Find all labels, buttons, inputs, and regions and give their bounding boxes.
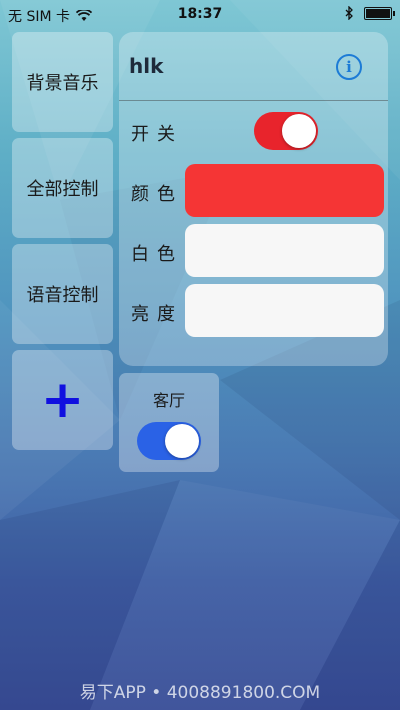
add-button[interactable]: + [12,350,113,450]
brightness-picker[interactable] [185,284,384,337]
sidebar-item-background-music[interactable]: 背景音乐 [12,32,113,132]
color-picker[interactable] [185,164,384,217]
sidebar-item-label: 背景音乐 [26,73,99,94]
white-picker[interactable] [185,224,384,277]
status-right [345,6,395,20]
sidebar-item-voice-control[interactable]: 语音控制 [12,244,113,344]
white-label: 白色 [131,244,183,265]
status-time: 18:37 [177,6,223,22]
watermark: 易下APP • 4008891800.COM [79,683,321,703]
battery-icon [364,6,395,20]
device-title: hlk [129,54,164,78]
brightness-label: 亮度 [131,304,183,325]
room-card: 客厅 [119,373,219,472]
sidebar-item-all-control[interactable]: 全部控制 [12,138,113,238]
room-label: 客厅 [152,391,185,410]
device-panel: hlk i 开关 颜色 白色 亮度 [119,32,388,366]
panel-divider [119,100,388,101]
sidebar-item-label: 全部控制 [26,179,99,200]
info-icon[interactable]: i [336,54,362,80]
toggle-knob [165,424,199,458]
plus-icon: + [40,370,85,430]
bluetooth-icon [345,6,353,20]
room-toggle[interactable] [137,422,201,460]
color-label: 颜色 [131,184,183,205]
toggle-knob [282,114,316,148]
power-label: 开关 [131,124,183,145]
status-bar: 无 SIM 卡 18:37 [0,0,400,28]
sidebar-item-label: 语音控制 [26,285,99,306]
power-toggle[interactable] [254,112,318,150]
